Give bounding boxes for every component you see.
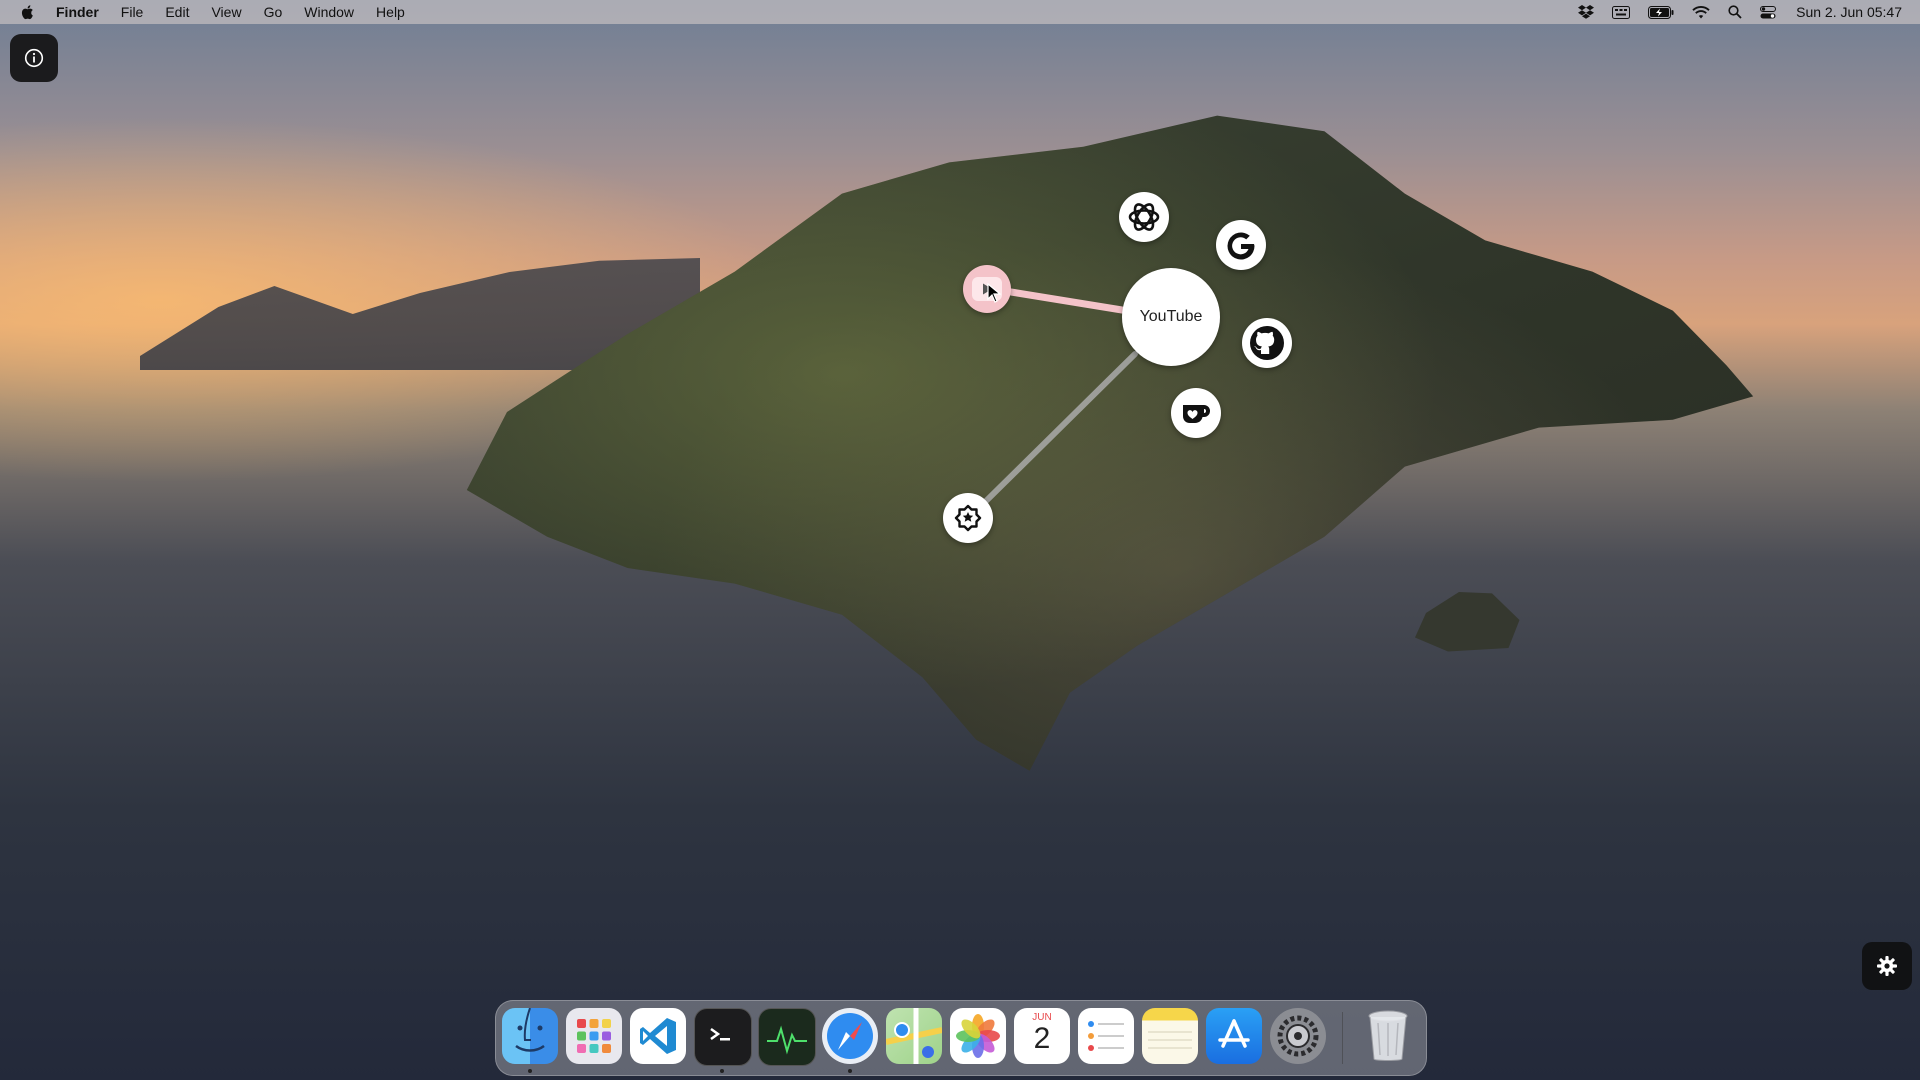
- chatgpt-node[interactable]: [1119, 192, 1169, 242]
- dock-separator: [1342, 1012, 1343, 1064]
- reminders-icon: [1088, 1021, 1124, 1051]
- vscode-icon: [640, 1018, 676, 1054]
- google-icon: [1227, 232, 1255, 260]
- google-node[interactable]: [1216, 220, 1266, 270]
- dock-system-settings[interactable]: [1270, 1008, 1326, 1064]
- menu-view[interactable]: View: [211, 4, 241, 20]
- terminal-icon: [710, 1027, 730, 1041]
- picker-node[interactable]: [943, 493, 993, 543]
- kofi-node[interactable]: [1171, 388, 1221, 438]
- dock-vscode[interactable]: [630, 1008, 686, 1064]
- menu-window[interactable]: Window: [304, 4, 354, 20]
- control-center-icon[interactable]: [1760, 5, 1777, 19]
- dock-reminders[interactable]: [1078, 1008, 1134, 1064]
- activity-monitor-icon: [767, 1025, 807, 1055]
- search-icon[interactable]: [1728, 5, 1742, 19]
- chatgpt-icon: [1128, 203, 1160, 231]
- terminal-running-indicator: [720, 1069, 724, 1073]
- notes-icon: [1148, 1031, 1192, 1049]
- dropbox-icon[interactable]: [1578, 5, 1595, 19]
- launchpad-icon: [577, 1019, 611, 1053]
- safari-icon: [827, 1013, 873, 1059]
- mouse-cursor: [987, 283, 1001, 303]
- trash-icon: [1368, 1010, 1408, 1061]
- launcher-hub[interactable]: YouTube: [1122, 268, 1220, 366]
- menubar-clock[interactable]: Sun 2. Jun 05:47: [1796, 4, 1902, 20]
- menu-go[interactable]: Go: [264, 4, 283, 20]
- hub-label: YouTube: [1139, 308, 1203, 325]
- menu-bar: Finder File Edit View Go Window Help Sun…: [0, 0, 1920, 24]
- dock-trash[interactable]: [1360, 1008, 1416, 1064]
- settings-gear-app-icon: [1277, 1015, 1319, 1057]
- info-icon: [24, 48, 44, 68]
- safari-running-indicator: [848, 1069, 852, 1073]
- star-badge-icon: [954, 504, 982, 532]
- maps-icon: [886, 1008, 942, 1064]
- wallpaper-rock: [1415, 592, 1520, 652]
- wifi-icon[interactable]: [1692, 5, 1710, 19]
- dock-app-store[interactable]: [1206, 1008, 1262, 1064]
- apple-menu-icon[interactable]: [20, 4, 34, 20]
- app-store-icon: [1218, 1019, 1250, 1048]
- kofi-icon: [1183, 405, 1210, 423]
- battery-charging-icon[interactable]: [1648, 5, 1674, 19]
- dock-photos[interactable]: [950, 1008, 1006, 1064]
- calendar-day: 2: [1033, 1022, 1051, 1055]
- dock-calendar[interactable]: JUN 2: [1014, 1008, 1070, 1064]
- menu-edit[interactable]: Edit: [165, 4, 189, 20]
- dock-notes[interactable]: [1142, 1008, 1198, 1064]
- photos-icon: [956, 1014, 1000, 1058]
- menu-file[interactable]: File: [121, 4, 144, 20]
- dock-finder[interactable]: [502, 1008, 558, 1064]
- finder-running-indicator: [528, 1069, 532, 1073]
- dock-safari[interactable]: [822, 1008, 878, 1064]
- dock-terminal[interactable]: [694, 1008, 752, 1066]
- dock-activity-monitor[interactable]: [758, 1008, 816, 1066]
- finder-icon: [515, 1008, 545, 1052]
- dock-maps[interactable]: [886, 1008, 942, 1064]
- info-button[interactable]: [10, 34, 58, 82]
- wallpaper-island-main: [466, 115, 1754, 771]
- dock-launchpad[interactable]: [566, 1008, 622, 1064]
- github-node[interactable]: [1242, 318, 1292, 368]
- menu-finder[interactable]: Finder: [56, 4, 99, 20]
- menu-help[interactable]: Help: [376, 4, 405, 20]
- settings-gear-button[interactable]: [1862, 942, 1912, 990]
- gear-icon: [1877, 956, 1897, 976]
- keyboard-input-icon[interactable]: [1612, 5, 1631, 19]
- github-icon: [1250, 326, 1284, 360]
